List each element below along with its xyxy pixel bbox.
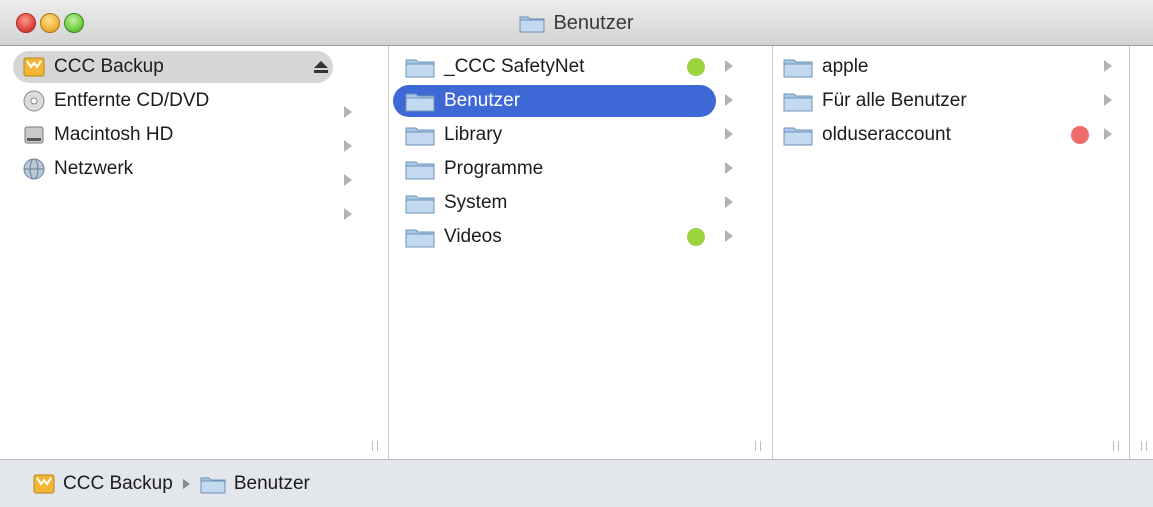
list-item-programme[interactable]: Programme (399, 153, 724, 185)
list-item-label: System (444, 192, 508, 213)
network-globe-icon (23, 158, 45, 180)
folder-icon (405, 158, 435, 180)
column-empty[interactable] (1130, 46, 1153, 459)
list-item-label: Library (444, 124, 503, 145)
green-tag-icon (687, 228, 705, 246)
sidebar-item-label: Entfernte CD/DVD (54, 90, 210, 111)
backup-disk-icon (33, 473, 55, 495)
disclosure-arrow-icon[interactable] (344, 174, 352, 186)
disclosure-arrow-icon[interactable] (344, 106, 352, 118)
list-item-olduseraccount[interactable]: olduseraccount (783, 119, 1083, 151)
list-item-library[interactable]: Library (399, 119, 724, 151)
disclosure-arrow-icon[interactable] (344, 208, 352, 220)
column-devices[interactable]: CCC Backup Entfernte CD/DVD Macintosh HD… (0, 46, 389, 459)
folder-icon (405, 90, 435, 112)
list-item-label: Benutzer (444, 90, 521, 111)
list-item-label: Programme (444, 158, 544, 179)
list-item-ccc-safetynet[interactable]: _CCC SafetyNet (399, 51, 724, 83)
folder-icon (783, 124, 813, 146)
folder-icon (519, 13, 545, 33)
finder-window: Benutzer CCC Backup Entfernte CD/DVD Mac… (0, 0, 1153, 507)
path-separator-icon (182, 478, 190, 489)
disclosure-arrow-icon[interactable] (725, 128, 733, 140)
path-item-ccc-backup[interactable]: CCC Backup (33, 473, 173, 495)
disclosure-arrow-icon[interactable] (1104, 94, 1112, 106)
sidebar-item-cd-dvd[interactable]: Entfernte CD/DVD (13, 85, 333, 117)
window-title-text: Benutzer (553, 11, 634, 34)
cd-dvd-icon (23, 90, 45, 112)
column-ccc-backup[interactable]: _CCC SafetyNet Benutzer Library Programm… (389, 46, 773, 459)
window-title: Benutzer (0, 0, 1153, 46)
disclosure-arrow-icon[interactable] (1104, 128, 1112, 140)
list-item-label: olduseraccount (822, 124, 951, 145)
red-tag-icon (1071, 126, 1089, 144)
disclosure-arrow-icon[interactable] (725, 230, 733, 242)
path-item-benutzer[interactable]: Benutzer (200, 473, 310, 495)
sidebar-item-macintosh-hd[interactable]: Macintosh HD (13, 119, 333, 151)
list-item-system[interactable]: System (399, 187, 724, 219)
list-item-label: apple (822, 56, 869, 77)
column-resize-handle[interactable] (1141, 441, 1147, 451)
column-resize-handle[interactable] (372, 441, 378, 451)
list-item-label: Für alle Benutzer (822, 90, 967, 111)
list-item-label: Videos (444, 226, 502, 247)
folder-icon (783, 56, 813, 78)
sidebar-item-label: CCC Backup (54, 56, 164, 77)
folder-icon (783, 90, 813, 112)
folder-icon (405, 124, 435, 146)
sidebar-item-label: Macintosh HD (54, 124, 174, 145)
list-item-apple[interactable]: apple (783, 51, 1083, 83)
disclosure-arrow-icon[interactable] (725, 162, 733, 174)
sidebar-item-netzwerk[interactable]: Netzwerk (13, 153, 333, 185)
column-resize-handle[interactable] (755, 441, 761, 451)
green-tag-icon (687, 58, 705, 76)
column-benutzer[interactable]: apple Für alle Benutzer olduseraccount (773, 46, 1130, 459)
path-bar: CCC Backup Benutzer (0, 459, 1153, 507)
hard-drive-icon (23, 124, 45, 146)
column-resize-handle[interactable] (1113, 441, 1119, 451)
disclosure-arrow-icon[interactable] (725, 196, 733, 208)
folder-icon (405, 56, 435, 78)
disclosure-arrow-icon[interactable] (344, 140, 352, 152)
sidebar-item-ccc-backup[interactable]: CCC Backup (13, 51, 333, 83)
disclosure-arrow-icon[interactable] (725, 60, 733, 72)
list-item-videos[interactable]: Videos (399, 221, 724, 253)
list-item-benutzer[interactable]: Benutzer (393, 85, 716, 117)
list-item-label: _CCC SafetyNet (444, 56, 585, 77)
sidebar-item-label: Netzwerk (54, 158, 134, 179)
path-item-label: CCC Backup (63, 472, 173, 494)
path-item-label: Benutzer (233, 472, 310, 494)
folder-icon (200, 474, 226, 494)
disclosure-arrow-icon[interactable] (1104, 60, 1112, 72)
disclosure-arrow-icon[interactable] (725, 94, 733, 106)
eject-icon[interactable] (311, 58, 331, 76)
backup-disk-icon (23, 56, 45, 78)
list-item-fuer-alle-benutzer[interactable]: Für alle Benutzer (783, 85, 1083, 117)
title-bar: Benutzer (0, 0, 1153, 46)
folder-icon (405, 226, 435, 248)
folder-icon (405, 192, 435, 214)
